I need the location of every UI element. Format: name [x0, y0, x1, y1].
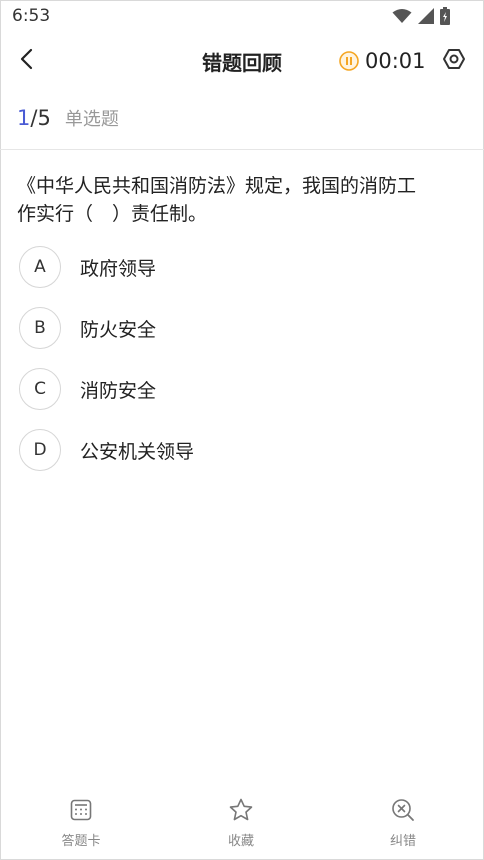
- option-letter: B: [19, 307, 61, 349]
- option-d[interactable]: D 公安机关领导: [19, 428, 459, 472]
- question-progress: 1 / 5 单选题: [17, 105, 119, 131]
- status-icons: [392, 7, 450, 25]
- pause-icon[interactable]: [339, 51, 359, 71]
- option-text: 公安机关领导: [80, 440, 195, 463]
- timer-text: 00:01: [365, 49, 426, 73]
- question-type: 单选题: [64, 109, 119, 130]
- question-text: 《中华人民共和国消防法》规定，我国的消防工 作实行（ ）责任制。: [17, 172, 473, 228]
- answer-card-label: 答题卡: [61, 834, 101, 849]
- status-bar: 6:53: [0, 0, 484, 34]
- answer-options: A 政府领导 B 防火安全 C 消防安全 D 公安机关领导: [19, 245, 459, 489]
- option-b[interactable]: B 防火安全: [19, 306, 459, 350]
- battery-icon: [440, 7, 450, 25]
- wifi-icon: [392, 8, 412, 24]
- option-letter: A: [19, 246, 61, 288]
- option-c[interactable]: C 消防安全: [19, 367, 459, 411]
- progress-separator: /: [30, 106, 38, 130]
- signal-icon: [418, 8, 434, 24]
- star-icon: [227, 796, 255, 824]
- current-question-number: 1: [17, 106, 31, 130]
- option-text: 防火安全: [80, 318, 157, 341]
- question-line-2: 作实行（ ）责任制。: [17, 203, 208, 225]
- status-time: 6:53: [12, 6, 51, 26]
- favorite-label: 收藏: [227, 834, 254, 849]
- error-report-icon: [389, 796, 417, 824]
- favorite-button[interactable]: 收藏: [201, 796, 281, 849]
- header: 错题回顾 00:01: [0, 34, 484, 86]
- total-questions: 5: [37, 106, 51, 130]
- answer-card-icon: [67, 796, 95, 824]
- option-a[interactable]: A 政府领导: [19, 245, 459, 289]
- option-text: 政府领导: [80, 257, 157, 280]
- bottom-toolbar: 答题卡 收藏 纠错: [0, 790, 484, 860]
- option-letter: C: [19, 368, 61, 410]
- answer-card-button[interactable]: 答题卡: [41, 796, 121, 849]
- error-report-button[interactable]: 纠错: [363, 796, 443, 849]
- settings-icon: [442, 47, 466, 75]
- option-text: 消防安全: [80, 379, 157, 402]
- question-line-1: 《中华人民共和国消防法》规定，我国的消防工: [17, 175, 417, 197]
- divider: [0, 149, 484, 150]
- error-report-label: 纠错: [389, 834, 416, 849]
- settings-button[interactable]: [440, 47, 468, 75]
- option-letter: D: [19, 429, 61, 471]
- timer[interactable]: 00:01: [339, 49, 426, 73]
